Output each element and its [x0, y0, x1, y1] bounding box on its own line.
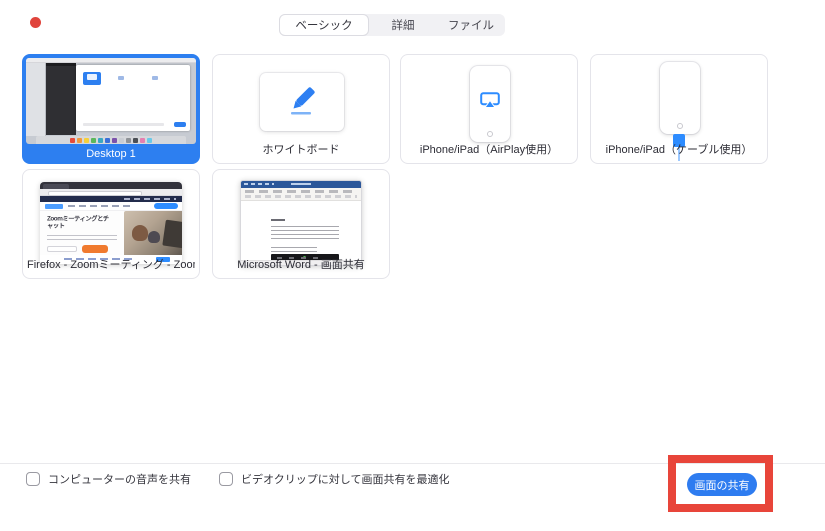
tab-basic[interactable]: ベーシック: [279, 14, 369, 36]
mini-word-ribbon: [241, 188, 361, 201]
tile-label: iPhone/iPad（AirPlay使用）: [419, 144, 559, 156]
mini-word-titlebar: [241, 181, 361, 188]
mini-selected-tile: [83, 72, 101, 85]
iphone-outline: [660, 62, 700, 134]
tile-iphone-cable[interactable]: iPhone/iPad（ケーブル使用）: [590, 54, 768, 164]
share-mode-tabbar: ベーシック 詳細 ファイル: [279, 14, 505, 36]
home-button: [677, 123, 683, 129]
checkbox-box[interactable]: [219, 472, 233, 486]
desktop1-thumbnail: [26, 58, 196, 144]
tile-label: iPhone/iPad（ケーブル使用）: [605, 144, 753, 156]
mini-hero-text: [47, 235, 117, 243]
mini-email-field: [47, 246, 77, 252]
tile-iphone-airplay[interactable]: iPhone/iPad（AirPlay使用）: [400, 54, 578, 164]
mini-doc-paragraph: [271, 247, 317, 252]
mini-hero: Zoomミーティングとチャット: [40, 211, 182, 255]
mini-signup-button: [154, 203, 178, 209]
mini-share-button: [174, 122, 186, 127]
mini-share-dialog: [76, 65, 190, 131]
home-button: [487, 131, 493, 137]
mini-sitenav: [40, 202, 182, 211]
mini-zoom-logo: [45, 204, 63, 209]
tile-label: ホワイトボード: [262, 144, 340, 156]
checkbox-optimize-video-clip[interactable]: ビデオクリップに対して画面共有を最適化: [219, 471, 449, 487]
window-close-button[interactable]: [30, 17, 41, 28]
footer-options: コンピューターの音声を共有 ビデオクリップに対して画面共有を最適化: [26, 471, 477, 487]
mini-orange-button: [82, 245, 108, 253]
mini-footer-row: [83, 123, 164, 126]
mini-nav-links: [68, 205, 134, 207]
tile-label: Desktop 1: [86, 148, 136, 160]
pencil-icon: [291, 87, 315, 115]
tile-word-window[interactable]: Microsoft Word - 画面共有: [212, 169, 390, 279]
tile-firefox-window[interactable]: Zoomミーティングとチャット Firefox - Zoomミーティング - Z…: [22, 169, 200, 279]
mini-hero-photo: [124, 211, 182, 255]
mini-word-document: [249, 201, 353, 261]
tile-desktop-1[interactable]: Desktop 1: [22, 54, 200, 164]
mini-browser-tabs: [40, 182, 182, 189]
mini-hero-heading: Zoomミーティングとチャット: [47, 216, 109, 230]
mini-dark-sidebar: [46, 63, 76, 135]
mini-tile-icon: [118, 76, 124, 80]
checkbox-box[interactable]: [26, 472, 40, 486]
firefox-thumbnail: Zoomミーティングとチャット: [40, 182, 182, 264]
highlight-annotation: [668, 455, 773, 512]
word-thumbnail: [240, 180, 362, 266]
mini-tile-icon: [152, 76, 158, 80]
mini-dock: [36, 136, 186, 144]
mini-doc-heading: [271, 219, 285, 221]
mini-doc-paragraph: [271, 226, 339, 242]
mini-url-bar: [40, 189, 182, 196]
tab-advanced[interactable]: 詳細: [369, 14, 437, 36]
tile-label: Firefox - Zoomミーティング - Zoom...: [27, 259, 195, 271]
checkbox-label: コンピューターの音声を共有: [48, 474, 191, 486]
mini-background-window: [26, 63, 46, 136]
whiteboard-card: [260, 73, 344, 131]
tile-whiteboard[interactable]: ホワイトボード: [212, 54, 390, 164]
tile-label: Microsoft Word - 画面共有: [237, 259, 365, 271]
iphone-outline: [470, 66, 510, 142]
checkbox-share-computer-sound[interactable]: コンピューターの音声を共有: [26, 471, 191, 487]
checkbox-label: ビデオクリップに対して画面共有を最適化: [241, 474, 450, 486]
tab-files[interactable]: ファイル: [437, 14, 505, 36]
airplay-icon: [480, 92, 500, 108]
